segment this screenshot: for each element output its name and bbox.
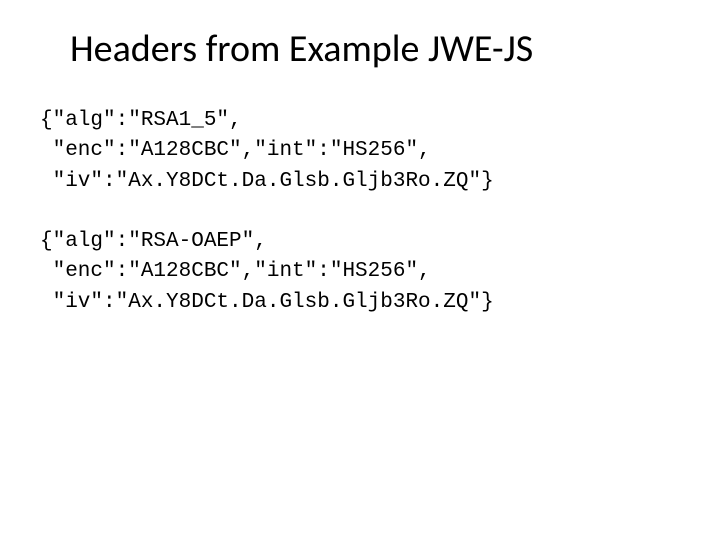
code-line: "enc":"A128CBC","int":"HS256", bbox=[40, 260, 431, 283]
code-line: {"alg":"RSA-OAEP", bbox=[40, 230, 267, 253]
code-block-2: {"alg":"RSA-OAEP", "enc":"A128CBC","int"… bbox=[40, 227, 680, 318]
code-line: "iv":"Ax.Y8DCt.Da.Glsb.Gljb3Ro.ZQ"} bbox=[40, 291, 494, 314]
slide-title: Headers from Example JWE-JS bbox=[70, 28, 680, 72]
code-line: "iv":"Ax.Y8DCt.Da.Glsb.Gljb3Ro.ZQ"} bbox=[40, 170, 494, 193]
code-line: {"alg":"RSA1_5", bbox=[40, 109, 242, 132]
code-block-1: {"alg":"RSA1_5", "enc":"A128CBC","int":"… bbox=[40, 106, 680, 197]
code-line: "enc":"A128CBC","int":"HS256", bbox=[40, 139, 431, 162]
slide: Headers from Example JWE-JS {"alg":"RSA1… bbox=[0, 0, 720, 540]
